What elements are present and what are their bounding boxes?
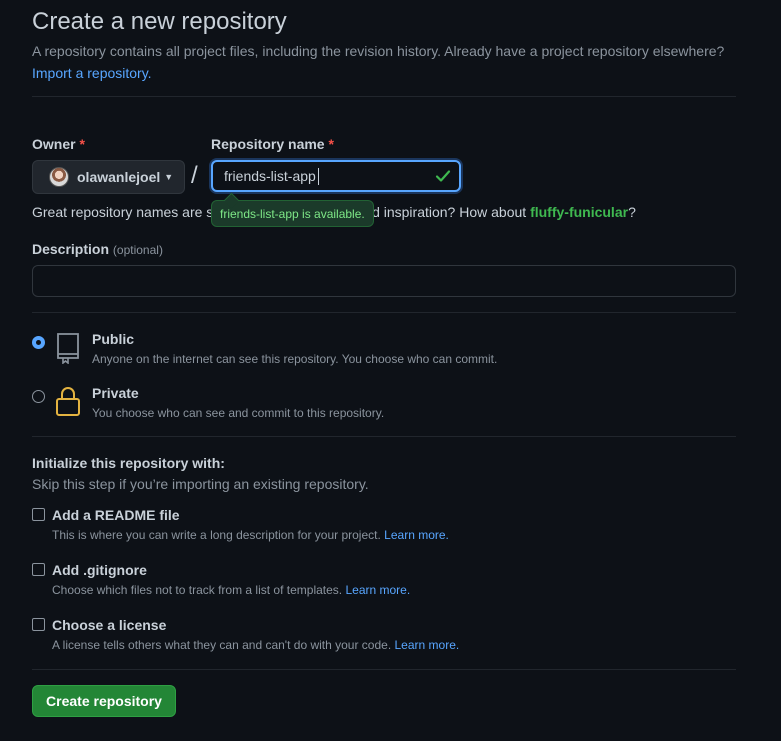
gitignore-learn-more-link[interactable]: Learn more. <box>345 583 410 597</box>
import-repository-link[interactable]: Import a repository. <box>32 65 152 81</box>
subtitle-text: A repository contains all project files,… <box>32 43 725 59</box>
private-note: You choose who can see and commit to thi… <box>92 406 385 420</box>
private-radio[interactable] <box>32 390 45 403</box>
owner-label-text: Owner <box>32 136 76 152</box>
readme-learn-more-link[interactable]: Learn more. <box>384 528 449 542</box>
gitignore-note: Choose which files not to track from a l… <box>52 583 410 597</box>
readme-note: This is where you can write a long descr… <box>52 528 449 542</box>
caret-down-icon: ▼ <box>164 172 174 182</box>
license-note-text: A license tells others what they can and… <box>52 638 392 652</box>
owner-name: olawanlejoel <box>77 169 161 185</box>
page-title: Create a new repository <box>32 8 287 35</box>
owner-repo-separator: / <box>191 162 198 189</box>
readme-title: Add a README file <box>52 507 180 523</box>
divider <box>32 96 736 97</box>
required-mark: * <box>79 136 85 152</box>
owner-select-button[interactable]: olawanlejoel ▼ <box>32 160 185 194</box>
license-checkbox[interactable] <box>32 618 45 631</box>
optional-tag: (optional) <box>112 243 163 257</box>
avatar <box>49 167 69 187</box>
public-note: Anyone on the internet can see this repo… <box>92 352 498 366</box>
readme-checkbox[interactable] <box>32 508 45 521</box>
license-note: A license tells others what they can and… <box>52 638 459 652</box>
divider <box>32 436 736 437</box>
public-radio[interactable] <box>32 336 45 349</box>
text-cursor <box>318 168 319 185</box>
required-mark: * <box>328 136 334 152</box>
page-subtitle: A repository contains all project files,… <box>32 40 742 84</box>
gitignore-checkbox[interactable] <box>32 563 45 576</box>
check-icon <box>435 170 451 182</box>
divider <box>32 312 736 313</box>
repo-name-label-text: Repository name <box>211 136 325 152</box>
description-label: Description (optional) <box>32 241 163 257</box>
hint-middle: d inspiration? How about <box>372 204 531 220</box>
initialize-subtitle: Skip this step if you’re importing an ex… <box>32 476 369 492</box>
hint-end: ? <box>628 204 636 220</box>
initialize-title: Initialize this repository with: <box>32 455 225 471</box>
license-title: Choose a license <box>52 617 167 633</box>
description-input[interactable] <box>32 265 736 297</box>
create-repository-button[interactable]: Create repository <box>32 685 176 717</box>
lock-icon <box>56 387 80 416</box>
suggested-name[interactable]: fluffy-funicular <box>530 204 628 220</box>
description-label-text: Description <box>32 241 110 257</box>
gitignore-note-text: Choose which files not to track from a l… <box>52 583 343 597</box>
repo-icon <box>57 333 79 364</box>
readme-note-text: This is where you can write a long descr… <box>52 528 381 542</box>
availability-tooltip: friends-list-app is available. <box>211 200 374 227</box>
license-learn-more-link[interactable]: Learn more. <box>395 638 460 652</box>
gitignore-title: Add .gitignore <box>52 562 147 578</box>
repo-name-input[interactable] <box>211 160 461 192</box>
divider <box>32 669 736 670</box>
hint-prefix: Great repository names are sh <box>32 204 222 220</box>
public-title: Public <box>92 331 135 347</box>
new-repository-page: Create a new repository A repository con… <box>0 0 781 741</box>
repo-name-label: Repository name * <box>211 136 334 152</box>
owner-label: Owner * <box>32 136 85 152</box>
private-title: Private <box>92 385 139 401</box>
